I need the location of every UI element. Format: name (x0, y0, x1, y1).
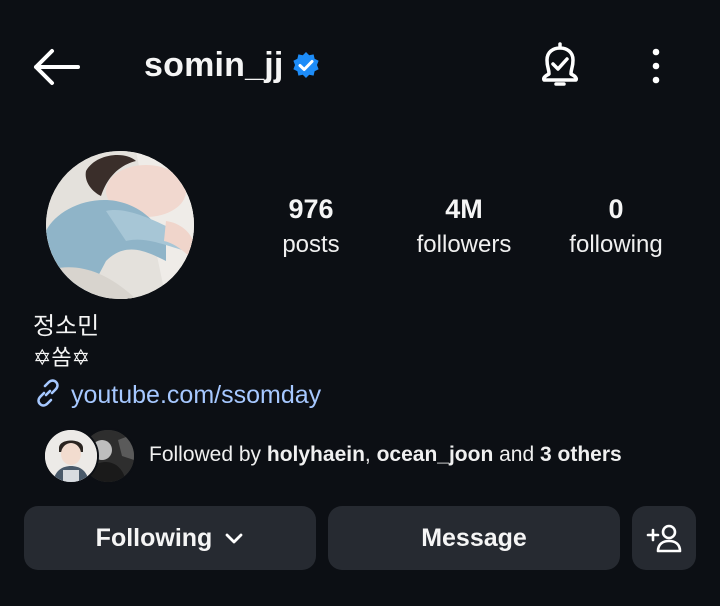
followed-by-text[interactable]: Followed by holyhaein, ocean_joon and 3 … (149, 441, 622, 469)
chevron-down-icon (224, 531, 244, 545)
mutual-follower-name: ocean_joon (376, 443, 494, 466)
posts-label: posts (282, 231, 340, 258)
following-button[interactable]: Following (24, 506, 316, 570)
verified-badge-icon (291, 51, 321, 81)
followers-label: followers (416, 231, 512, 258)
profile-avatar[interactable] (46, 151, 194, 299)
stat-following[interactable]: 0 following (546, 193, 686, 265)
profile-bio: ✡쏨✡ (33, 345, 91, 370)
add-person-icon (646, 523, 682, 553)
back-arrow-icon[interactable] (30, 45, 82, 89)
following-button-label: Following (95, 523, 213, 552)
suggested-users-button[interactable] (632, 506, 696, 570)
message-button[interactable]: Message (328, 506, 620, 570)
posts-count: 976 (288, 194, 334, 224)
profile-link-text[interactable]: youtube.com/ssomday (71, 381, 321, 410)
stat-posts[interactable]: 976 posts (241, 193, 381, 265)
following-count: 0 (608, 194, 624, 224)
notification-bell-icon[interactable] (536, 40, 584, 90)
followers-count: 4M (445, 194, 483, 224)
message-button-label: Message (421, 523, 527, 552)
stat-followers[interactable]: 4M followers (394, 193, 534, 265)
mutual-follower-name: holyhaein (266, 443, 365, 466)
followed-by-prefix: Followed by (149, 443, 267, 466)
profile-link[interactable]: youtube.com/ssomday (33, 378, 321, 413)
more-options-icon[interactable] (640, 44, 672, 88)
following-label: following (569, 231, 663, 258)
profile-full-name: 정소민 (33, 313, 100, 340)
followed-by-middle: and (493, 443, 541, 466)
mutual-followers-others: 3 others (540, 443, 622, 466)
followed-by-separator: , (364, 443, 377, 466)
mutual-follower-avatar[interactable] (43, 428, 99, 484)
link-icon (33, 378, 63, 413)
profile-username: somin_jj (144, 46, 284, 84)
